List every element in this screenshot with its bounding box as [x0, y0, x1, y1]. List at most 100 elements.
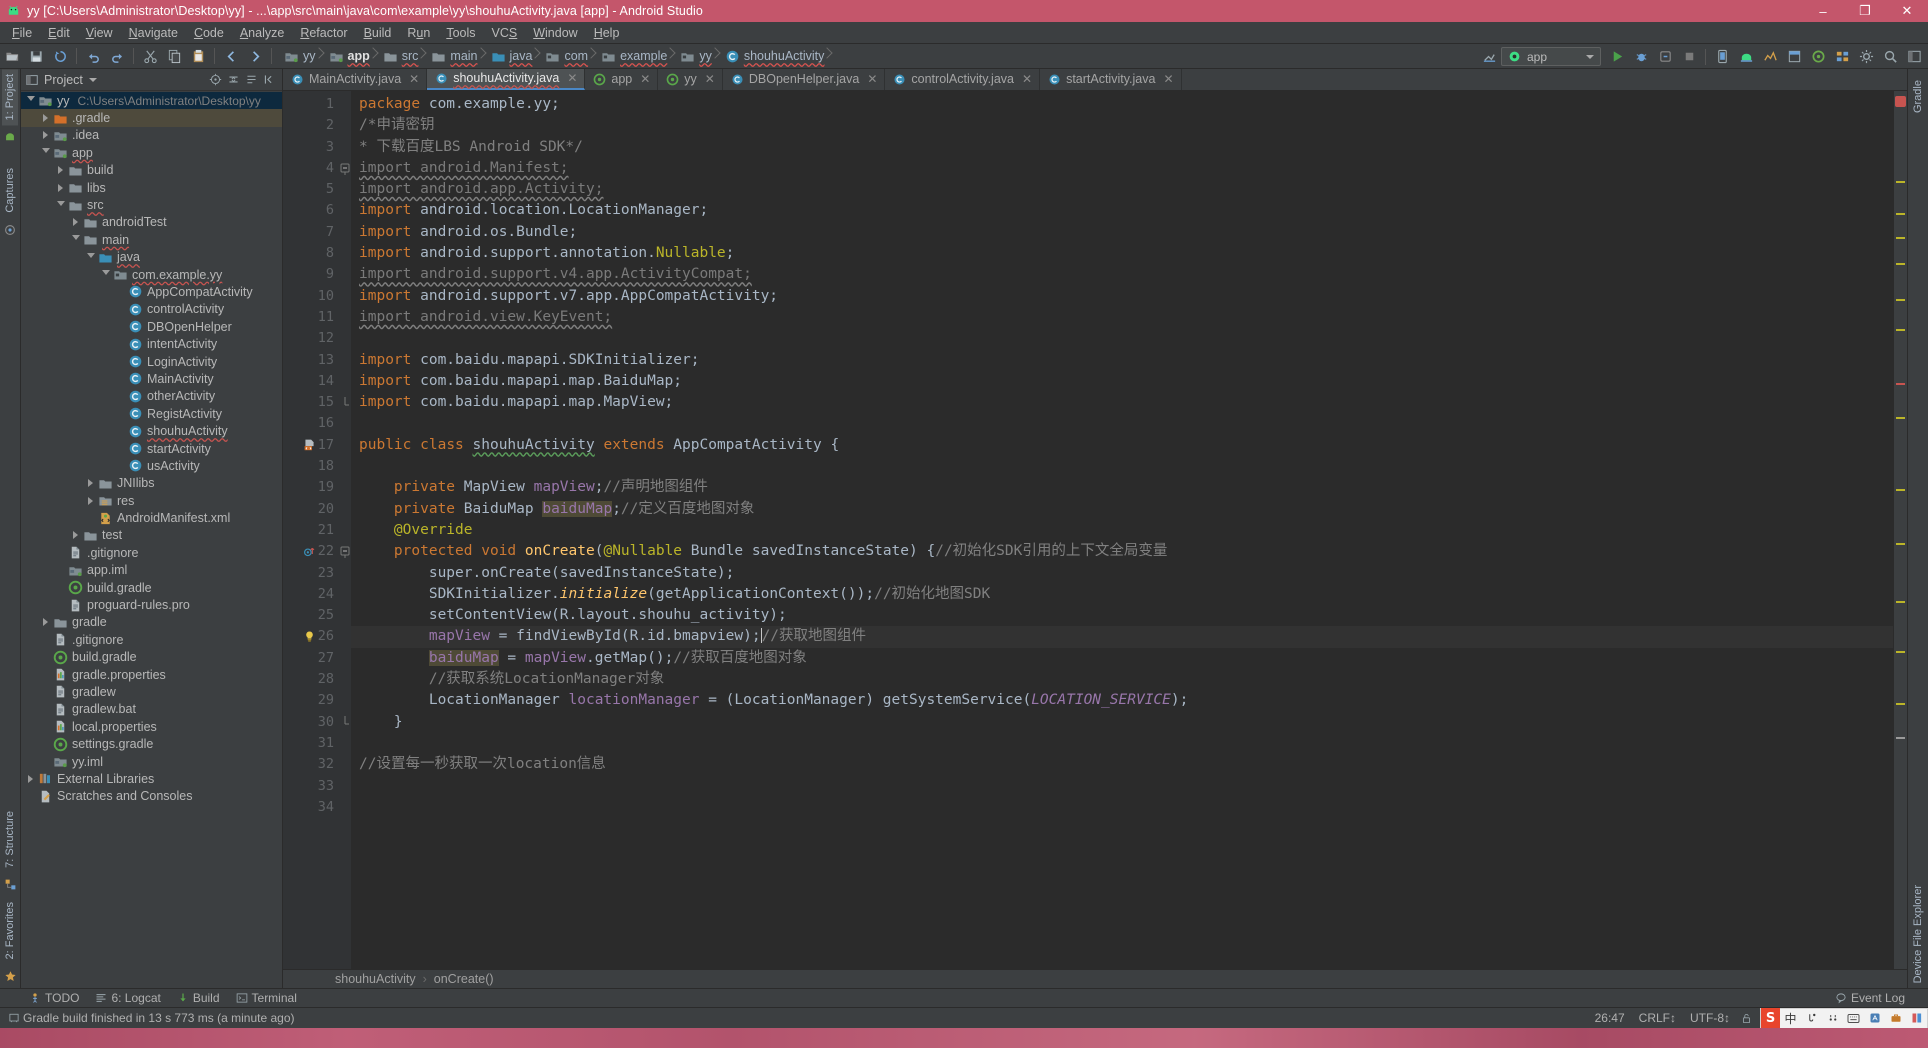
tree-item[interactable]: RegistActivity [21, 405, 282, 422]
capture-icon[interactable] [2, 222, 18, 238]
menu-item-build[interactable]: Build [356, 24, 400, 42]
tree-expander[interactable] [115, 304, 126, 315]
project-structure-icon[interactable] [1831, 46, 1853, 67]
line-number[interactable]: 1 [283, 94, 339, 115]
fold-marker[interactable] [339, 158, 351, 179]
menu-item-view[interactable]: View [78, 24, 121, 42]
breadcrumb-item-main[interactable]: main [427, 46, 486, 67]
tree-item[interactable]: controlActivity [21, 301, 282, 318]
tree-expander[interactable] [115, 339, 126, 350]
minimize-button[interactable]: – [1802, 0, 1844, 22]
code-line[interactable]: import android.os.Bundle; [351, 222, 1893, 243]
tree-item[interactable]: DBOpenHelper [21, 318, 282, 335]
tree-item[interactable]: usActivity [21, 457, 282, 474]
tree-expander[interactable] [40, 634, 51, 645]
sidebar-item-device-file-explorer[interactable]: Device File Explorer [1910, 880, 1926, 988]
paste-icon[interactable] [187, 46, 209, 67]
code-line[interactable] [351, 776, 1893, 797]
tree-item[interactable]: test [21, 527, 282, 544]
code-editor[interactable]: 1 2 3 4 5 6 7 8 9 10 11 12 13 14 15 16 17 18 19 20 21 22 23 24 2… [283, 91, 1907, 969]
scroll-from-source-icon[interactable] [206, 71, 224, 89]
cut-icon[interactable] [139, 46, 161, 67]
line-number[interactable]: 31 [283, 733, 339, 754]
code-line[interactable]: * 下载百度LBS Android SDK*/ [351, 137, 1893, 158]
editor-tab-mainactivity-java[interactable]: MainActivity.java ✕ [283, 69, 428, 90]
code-line[interactable]: @Override [351, 520, 1893, 541]
tree-expander[interactable] [115, 356, 126, 367]
unlock-icon[interactable] [1737, 1012, 1756, 1025]
fold-marker[interactable] [339, 712, 351, 733]
menu-item-navigate[interactable]: Navigate [121, 24, 186, 42]
breadcrumb-item-java[interactable]: java [487, 46, 542, 67]
code-line[interactable]: baiduMap = mapView.getMap();//获取百度地图对象 [351, 648, 1893, 669]
tree-expander[interactable] [55, 547, 66, 558]
close-button[interactable]: ✕ [1886, 0, 1928, 22]
chevron-right-icon[interactable] [25, 773, 36, 784]
tree-item[interactable]: AppCompatActivity [21, 283, 282, 300]
code-line[interactable]: //设置每一秒获取一次location信息 [351, 754, 1893, 775]
line-number[interactable]: 24 [283, 584, 339, 605]
soft-keyboard-icon[interactable] [1843, 1008, 1864, 1029]
line-separator-indicator[interactable]: CRLF↕ [1632, 1011, 1683, 1025]
menu-item-tools[interactable]: Tools [438, 24, 483, 42]
tree-item[interactable]: proguard-rules.pro [21, 596, 282, 613]
skin-icon[interactable] [1906, 1008, 1927, 1029]
close-icon[interactable]: ✕ [1163, 72, 1173, 86]
line-number[interactable]: 28 [283, 669, 339, 690]
code-line[interactable]: import android.location.LocationManager; [351, 200, 1893, 221]
line-number[interactable]: 5 [283, 179, 339, 200]
debug-icon[interactable] [1630, 46, 1652, 67]
breadcrumb-item-src[interactable]: src [379, 46, 428, 67]
close-icon[interactable]: ✕ [867, 72, 877, 86]
tree-expander[interactable] [85, 513, 96, 524]
tool-window-terminal[interactable]: Terminal [229, 990, 304, 1006]
tree-expander[interactable] [40, 721, 51, 732]
tool-window-build[interactable]: Build [170, 990, 227, 1006]
line-number[interactable]: 21 [283, 520, 339, 541]
sidebar-item-favorites[interactable]: 2: Favorites [2, 897, 18, 964]
chevron-down-icon[interactable] [100, 269, 111, 280]
breadcrumb-item-example[interactable]: example [597, 46, 676, 67]
attach-debugger-icon[interactable] [1654, 46, 1676, 67]
line-number[interactable]: 4 [283, 158, 339, 179]
line-number[interactable]: 12 [283, 328, 339, 349]
chevron-down-icon[interactable] [40, 147, 51, 158]
chevron-right-icon[interactable] [85, 495, 96, 506]
code-line[interactable]: import com.baidu.mapapi.SDKInitializer; [351, 350, 1893, 371]
line-number[interactable]: 10 [283, 286, 339, 307]
breadcrumb-item-yy[interactable]: yy [676, 46, 721, 67]
tree-expander[interactable] [115, 460, 126, 471]
chevron-right-icon[interactable] [40, 113, 51, 124]
sidebar-item-captures[interactable] [8, 149, 12, 159]
toolbox-icon[interactable] [1885, 1008, 1906, 1029]
editor-breadcrumb-item[interactable]: onCreate() [434, 972, 494, 986]
tree-item[interactable]: JNIlibs [21, 475, 282, 492]
tree-expander[interactable] [115, 373, 126, 384]
tree-item[interactable]: build.gradle [21, 579, 282, 596]
tree-item[interactable]: settings.gradle [21, 735, 282, 752]
code-line[interactable]: //获取系统LocationManager对象 [351, 669, 1893, 690]
chevron-right-icon[interactable] [85, 478, 96, 489]
menu-item-window[interactable]: Window [525, 24, 585, 42]
input-method-icon[interactable] [1864, 1008, 1885, 1029]
menu-item-refactor[interactable]: Refactor [292, 24, 355, 42]
chinese-mode-icon[interactable]: 中 [1780, 1008, 1801, 1029]
sogou-ime-logo-icon[interactable]: S [1761, 1007, 1780, 1029]
chevron-right-icon[interactable] [55, 165, 66, 176]
line-number[interactable]: 25 [283, 605, 339, 626]
open-icon[interactable] [1, 46, 23, 67]
line-number[interactable]: 14 [283, 371, 339, 392]
project-tree[interactable]: yy C:\Users\Administrator\Desktop\yy .grad… [21, 91, 282, 988]
menu-item-edit[interactable]: Edit [40, 24, 78, 42]
close-icon[interactable]: ✕ [640, 72, 650, 86]
run-configuration-selector[interactable]: app [1501, 47, 1601, 66]
tree-item[interactable]: LoginActivity [21, 353, 282, 370]
chevron-down-icon[interactable] [88, 77, 97, 82]
save-icon[interactable] [25, 46, 47, 67]
line-number[interactable]: 20 [283, 499, 339, 520]
sync-icon[interactable] [49, 46, 71, 67]
menu-item-help[interactable]: Help [586, 24, 628, 42]
menu-item-file[interactable]: File [4, 24, 40, 42]
line-number[interactable]: 8 [283, 243, 339, 264]
code-line[interactable]: import com.baidu.mapapi.map.BaiduMap; [351, 371, 1893, 392]
